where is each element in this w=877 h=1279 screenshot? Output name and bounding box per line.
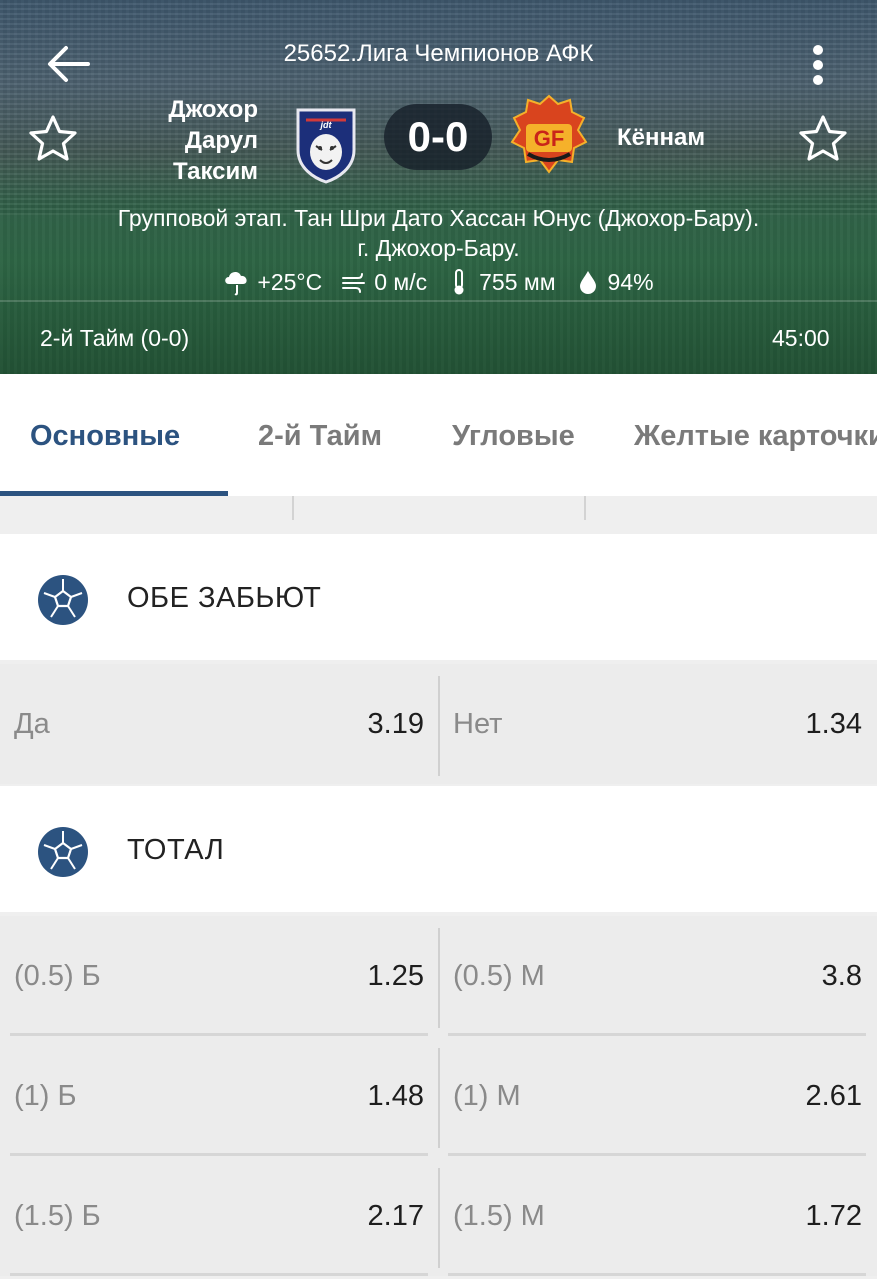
league-title: 25652.Лига Чемпионов АФК (283, 40, 594, 67)
odds-cell-under-1-5[interactable]: (1.5) М 1.72 (453, 1156, 862, 1276)
wind-icon (342, 273, 366, 293)
odds-cell-over-1-5[interactable]: (1.5) Б 2.17 (14, 1156, 424, 1276)
odds-cell-no[interactable]: Нет 1.34 (453, 664, 862, 784)
svg-text:GF: GF (534, 126, 565, 151)
score: 0-0 (384, 104, 492, 170)
away-team-logo: GF (510, 94, 588, 174)
section-both-score-header[interactable]: ОБЕ ЗАБЬЮТ (0, 534, 877, 660)
svg-text:jdt: jdt (320, 120, 333, 130)
home-team-name: Джохор Дарул Таксим (168, 96, 258, 185)
odds-cell-under-0-5[interactable]: (0.5) М 3.8 (453, 916, 862, 1036)
section-total-header[interactable]: ТОТАЛ (0, 786, 877, 912)
odds-cell-yes[interactable]: Да 3.19 (14, 664, 424, 784)
tab-second-half[interactable]: 2-й Тайм (258, 420, 382, 453)
odds-row: (1.5) Б 2.17 (1.5) М 1.72 (0, 1156, 877, 1276)
thermometer-icon (454, 269, 464, 295)
previous-market-bottom (0, 496, 877, 532)
market-tabs: Основные 2-й Тайм Угловые Желтые карточк… (0, 374, 877, 496)
weather-bar: +25°C 0 м/с 755 мм 94% (0, 268, 877, 296)
section-title: ОБЕ ЗАБЬЮТ (127, 582, 322, 614)
match-clock: 45:00 (772, 325, 830, 351)
favorite-away-star-icon[interactable] (798, 114, 848, 162)
tab-corners[interactable]: Угловые (452, 420, 575, 453)
odds-cell-under-1[interactable]: (1) М 2.61 (453, 1036, 862, 1156)
home-team-logo: jdt (296, 108, 356, 184)
rain-cloud-icon (225, 271, 248, 296)
wind-value: 0 м/с (374, 268, 428, 295)
section-title: ТОТАЛ (127, 834, 225, 866)
humidity-value: 94% (607, 268, 654, 295)
tab-main[interactable]: Основные (30, 420, 180, 453)
drop-icon (579, 271, 596, 294)
soccer-ball-icon (38, 575, 88, 625)
more-vertical-icon[interactable] (808, 44, 828, 86)
favorite-home-star-icon[interactable] (28, 114, 78, 162)
match-period: 2-й Тайм (0-0) (40, 325, 190, 351)
venue-info: Групповой этап. Тан Шри Дато Хассан Юнус… (117, 205, 760, 261)
away-team-name: Кённам (617, 124, 706, 151)
tab-yellow-cards[interactable]: Желтые карточки (634, 420, 877, 453)
soccer-ball-icon (38, 827, 88, 877)
pressure-value: 755 мм (479, 268, 556, 295)
odds-row: (1) Б 1.48 (1) М 2.61 (0, 1036, 877, 1156)
match-header: 25652.Лига Чемпионов АФК Джохор Дарул Та… (0, 0, 877, 374)
temperature-value: +25°C (257, 268, 323, 295)
odds-cell-over-0-5[interactable]: (0.5) Б 1.25 (14, 916, 424, 1036)
odds-row: (0.5) Б 1.25 (0.5) М 3.8 (0, 916, 877, 1036)
odds-cell-over-1[interactable]: (1) Б 1.48 (14, 1036, 424, 1156)
odds-row: Да 3.19 Нет 1.34 (0, 664, 877, 784)
